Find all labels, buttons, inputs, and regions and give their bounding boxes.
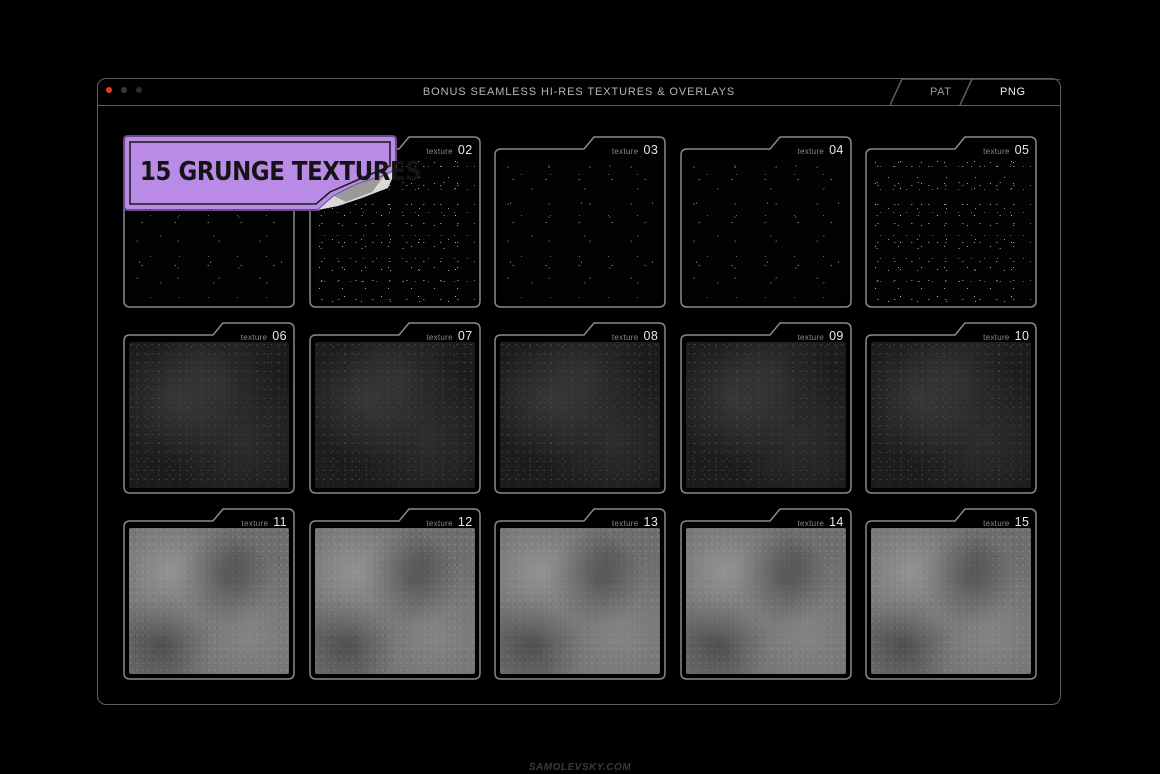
texture-label: texture 03 bbox=[612, 143, 658, 157]
texture-prefix: texture bbox=[611, 147, 639, 156]
format-tabs: PAT PNG bbox=[890, 79, 1060, 105]
texture-label: texture 09 bbox=[798, 329, 844, 343]
texture-number: 12 bbox=[457, 515, 473, 529]
texture-prefix: texture bbox=[426, 147, 453, 156]
texture-number: 02 bbox=[457, 143, 473, 157]
texture-number: 14 bbox=[829, 515, 844, 529]
texture-label: texture 15 bbox=[983, 515, 1029, 529]
texture-label: texture 13 bbox=[612, 515, 658, 529]
texture-card[interactable]: texture 07 bbox=[308, 322, 481, 494]
texture-card[interactable]: texture 10 bbox=[865, 322, 1038, 494]
texture-prefix: texture bbox=[983, 519, 1010, 528]
texture-preview bbox=[685, 156, 846, 302]
texture-prefix: texture bbox=[983, 333, 1010, 342]
texture-preview bbox=[871, 528, 1032, 674]
texture-prefix: texture bbox=[797, 333, 825, 342]
tab-pat[interactable]: PAT bbox=[930, 86, 952, 98]
texture-preview bbox=[685, 342, 846, 488]
texture-prefix: texture bbox=[797, 519, 825, 528]
texture-preview bbox=[500, 528, 661, 674]
texture-label: texture 04 bbox=[798, 143, 844, 157]
site-watermark: SAMOLEVSKY.COM bbox=[528, 762, 632, 773]
texture-card[interactable]: texture 09 bbox=[680, 322, 852, 494]
texture-label: texture 07 bbox=[426, 329, 472, 343]
texture-preview bbox=[500, 342, 661, 488]
texture-label: texture 10 bbox=[983, 329, 1029, 343]
texture-number: 15 bbox=[1014, 515, 1030, 529]
texture-card[interactable]: texture 06 bbox=[123, 322, 295, 494]
texture-card[interactable]: texture 05 bbox=[865, 136, 1038, 308]
texture-prefix: texture bbox=[241, 519, 269, 528]
texture-prefix: texture bbox=[611, 519, 639, 528]
texture-number: 11 bbox=[273, 515, 287, 529]
texture-card[interactable]: texture 14 bbox=[680, 508, 852, 680]
texture-preview bbox=[871, 156, 1032, 302]
window-titlebar: BONUS SEAMLESS HI-RES TEXTURES & OVERLAY… bbox=[98, 79, 1060, 106]
texture-card[interactable]: texture 04 bbox=[680, 136, 852, 308]
texture-card[interactable]: texture 12 bbox=[308, 508, 481, 680]
texture-preview bbox=[129, 342, 289, 488]
texture-preview bbox=[500, 156, 661, 302]
texture-preview bbox=[685, 528, 846, 674]
texture-number: 08 bbox=[643, 329, 659, 343]
texture-label: texture 08 bbox=[612, 329, 658, 343]
texture-preview bbox=[314, 342, 475, 488]
texture-card[interactable]: texture 13 bbox=[494, 508, 666, 680]
texture-label: texture 06 bbox=[241, 329, 287, 343]
texture-prefix: texture bbox=[426, 519, 453, 528]
texture-preview bbox=[871, 342, 1032, 488]
texture-label: texture 12 bbox=[426, 515, 472, 529]
texture-number: 05 bbox=[1014, 143, 1030, 157]
texture-label: texture 05 bbox=[983, 143, 1029, 157]
texture-number: 09 bbox=[829, 329, 844, 343]
texture-label: texture 14 bbox=[798, 515, 844, 529]
texture-preview bbox=[129, 528, 289, 674]
texture-label: texture 02 bbox=[426, 143, 472, 157]
tab-png[interactable]: PNG bbox=[1000, 86, 1026, 98]
texture-number: 07 bbox=[457, 329, 473, 343]
texture-prefix: texture bbox=[426, 333, 453, 342]
texture-number: 04 bbox=[829, 143, 844, 157]
grunge-textures-sticker: 15 GRUNGE TEXTURES bbox=[122, 134, 422, 214]
texture-card[interactable]: texture 15 bbox=[865, 508, 1038, 680]
texture-number: 06 bbox=[272, 329, 287, 343]
texture-label: texture 11 bbox=[242, 515, 287, 529]
texture-number: 13 bbox=[643, 515, 659, 529]
tabs-outline bbox=[890, 79, 1060, 105]
texture-preview bbox=[314, 528, 475, 674]
texture-prefix: texture bbox=[240, 333, 268, 342]
texture-card[interactable]: texture 11 bbox=[123, 508, 295, 680]
texture-card[interactable]: texture 08 bbox=[494, 322, 666, 494]
sticker-label: 15 GRUNGE TEXTURES bbox=[140, 157, 422, 187]
texture-card[interactable]: texture 03 bbox=[494, 136, 666, 308]
texture-number: 03 bbox=[643, 143, 659, 157]
texture-number: 10 bbox=[1014, 329, 1030, 343]
texture-prefix: texture bbox=[797, 147, 825, 156]
texture-prefix: texture bbox=[983, 147, 1010, 156]
texture-prefix: texture bbox=[611, 333, 639, 342]
